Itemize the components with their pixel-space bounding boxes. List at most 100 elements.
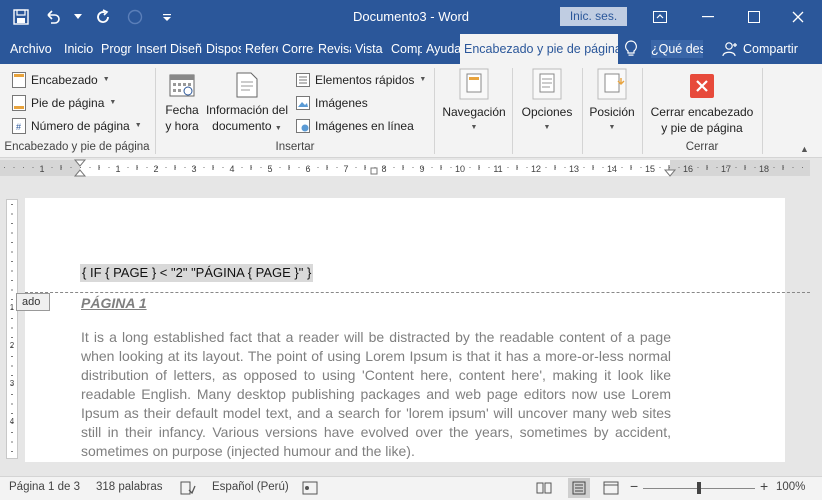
- ruler-dot: [536, 167, 537, 168]
- collapse-ribbon-icon[interactable]: ▲: [800, 144, 809, 154]
- tab-complementos[interactable]: Complementos: [387, 34, 422, 64]
- page-count-status[interactable]: Página 1 de 3: [9, 481, 80, 493]
- ruler-number: 5: [267, 164, 272, 174]
- tab-insertar[interactable]: Insertar: [132, 34, 166, 64]
- tab-archivo[interactable]: Archivo: [6, 34, 60, 64]
- chevron-down-icon: ▼: [608, 124, 616, 131]
- chevron-down-icon: ▼: [274, 125, 282, 132]
- ruler-number: 7: [343, 164, 348, 174]
- vertical-ruler-dot: [11, 289, 13, 291]
- zoom-in-button[interactable]: +: [760, 478, 768, 494]
- zoom-level[interactable]: 100%: [776, 481, 805, 493]
- tab-vista[interactable]: Vista: [351, 34, 387, 64]
- vertical-ruler-dot: [11, 270, 13, 272]
- minimize-icon: [702, 16, 714, 18]
- ribbon-tabs: Archivo Inicio Programador Insertar Dise…: [0, 34, 822, 64]
- tab-diseno[interactable]: Diseño: [166, 34, 202, 64]
- vertical-scrollbar[interactable]: [810, 178, 822, 462]
- ruler-dot: [564, 167, 566, 168]
- ruler-number: 3: [191, 164, 196, 174]
- ruler-number: 2: [153, 164, 158, 174]
- quick-parts-label: Elementos rápidos: [315, 73, 415, 87]
- vertical-ruler-number: 1: [10, 303, 15, 312]
- vertical-ruler-number: 3: [10, 379, 15, 388]
- ruler-dot: [336, 167, 338, 168]
- page-heading[interactable]: PÁGINA 1: [81, 295, 147, 311]
- page-number-button[interactable]: # Número de página ▼: [12, 116, 142, 136]
- footer-icon: [12, 95, 26, 111]
- ruler-dot: [726, 167, 727, 168]
- ribbon-separator: [762, 68, 763, 154]
- ruler-dot: [507, 167, 509, 168]
- quick-parts-button[interactable]: Elementos rápidos ▼: [296, 70, 426, 90]
- ruler-number: 18: [759, 164, 769, 174]
- header-button[interactable]: Encabezado ▼: [12, 70, 110, 90]
- vertical-ruler[interactable]: 1 2 3 4: [6, 199, 18, 459]
- tab-disposicion[interactable]: Disposición: [202, 34, 241, 64]
- sign-in-button[interactable]: Inic. ses.: [560, 7, 627, 26]
- tab-revisar[interactable]: Revisar: [314, 34, 351, 64]
- ruler-dot: [773, 167, 775, 168]
- zoom-out-button[interactable]: −: [630, 478, 638, 494]
- position-button[interactable]: Posición ▼: [586, 68, 638, 136]
- navigation-button[interactable]: Navegación ▼: [438, 68, 510, 136]
- field-code[interactable]: { IF { PAGE } < "2" "PÁGINA { PAGE }" }: [80, 264, 314, 282]
- vertical-ruler-dot: [11, 223, 13, 224]
- date-time-button[interactable]: Fecha y hora: [160, 72, 204, 134]
- person-icon: [722, 42, 737, 57]
- ruler-dot: [194, 167, 195, 168]
- tab-correspondencia[interactable]: Correspondencia: [278, 34, 314, 64]
- ruler-dot: [688, 167, 689, 168]
- ribbon-display-options-button[interactable]: [636, 0, 684, 34]
- ruler-number: 15: [645, 164, 655, 174]
- share-button[interactable]: Compartir: [722, 34, 798, 64]
- word-count-status[interactable]: 318 palabras: [96, 481, 163, 493]
- ruler-dot: [526, 167, 528, 168]
- chevron-down-icon: ▼: [543, 124, 551, 131]
- footer-button-label: Pie de página: [31, 96, 105, 110]
- document-info-label-2-wrap: documento ▼: [204, 118, 290, 137]
- document-info-label-2: documento: [212, 119, 272, 133]
- ruler-dot: [545, 167, 547, 168]
- vertical-ruler-dot: [11, 213, 13, 215]
- ruler-dot: [127, 167, 129, 168]
- ruler-dot: [270, 167, 271, 168]
- horizontal-ruler[interactable]: 1 1 2 3 4 5 6 7 8 9 10 11 12 13 14 15 16 17 18: [0, 158, 822, 178]
- lightbulb-icon[interactable]: [624, 34, 646, 64]
- language-status[interactable]: Español (Perú): [212, 481, 289, 493]
- web-layout-icon[interactable]: [603, 481, 619, 498]
- macro-recording-icon[interactable]: [302, 481, 318, 498]
- online-images-button[interactable]: Imágenes en línea: [296, 116, 414, 136]
- options-button[interactable]: Opciones ▼: [516, 68, 578, 136]
- document-info-button[interactable]: Información del documento ▼: [204, 72, 290, 137]
- options-label: Opciones: [521, 105, 573, 119]
- ruler-dot: [678, 167, 680, 168]
- proofing-icon[interactable]: [180, 481, 196, 498]
- tell-me-search[interactable]: ¿Qué desea hacer?: [651, 40, 703, 58]
- tab-referencias[interactable]: Referencias: [241, 34, 278, 64]
- body-paragraph[interactable]: It is a long established fact that a rea…: [81, 328, 671, 461]
- print-layout-icon[interactable]: [568, 478, 590, 498]
- ruler-dot: [460, 167, 461, 168]
- zoom-slider[interactable]: [643, 482, 755, 494]
- ruler-dot: [583, 167, 585, 168]
- navigation-icon: [459, 68, 489, 100]
- minimize-button[interactable]: [684, 0, 732, 34]
- close-header-footer-button[interactable]: Cerrar encabezado y pie de página: [646, 74, 758, 136]
- ruler-dot: [89, 167, 91, 168]
- zoom-slider-thumb[interactable]: [697, 482, 701, 494]
- read-mode-icon[interactable]: [536, 481, 552, 498]
- tab-encabezado-pie[interactable]: Encabezado y pie de página: [460, 34, 618, 64]
- images-button[interactable]: Imágenes: [296, 93, 368, 113]
- ruler-number: 4: [229, 164, 234, 174]
- ruler-dot: [517, 167, 518, 168]
- ruler-number: 1: [39, 164, 44, 174]
- maximize-button[interactable]: [730, 0, 778, 34]
- ruler-dot: [42, 167, 43, 168]
- tab-ayuda[interactable]: Ayuda: [422, 34, 460, 64]
- header-boundary-line: [25, 292, 810, 293]
- close-window-button[interactable]: [774, 0, 822, 34]
- tab-programador[interactable]: Programador: [97, 34, 132, 64]
- tab-inicio[interactable]: Inicio: [60, 34, 97, 64]
- footer-button[interactable]: Pie de página ▼: [12, 93, 116, 113]
